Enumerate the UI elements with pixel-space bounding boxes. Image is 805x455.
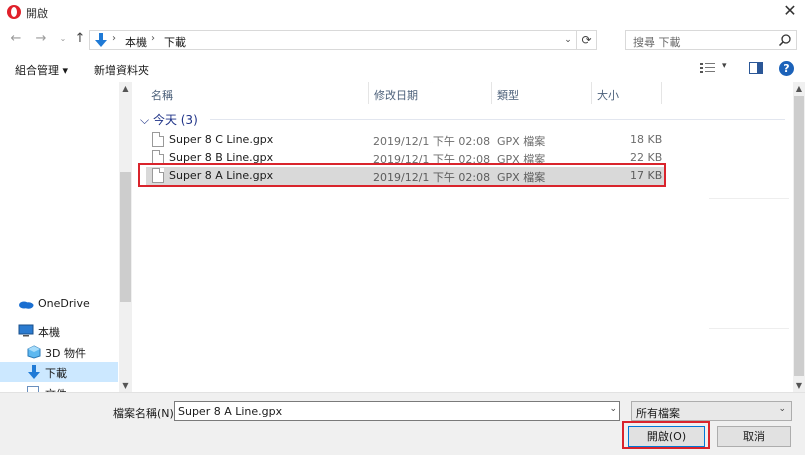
column-divider[interactable]	[368, 82, 369, 104]
refresh-button[interactable]: ⟳	[576, 31, 596, 49]
group-label: 今天 (3)	[152, 113, 198, 127]
view-options-dropdown[interactable]: ▾	[722, 61, 727, 71]
download-icon	[28, 365, 40, 379]
file-size: 18 KB	[630, 133, 663, 146]
organize-button[interactable]: 組合管理 ▾	[15, 62, 68, 78]
filename-field[interactable]: Super 8 A Line.gpx ⌄	[174, 401, 620, 421]
scroll-down-arrow-icon[interactable]: ▼	[793, 381, 805, 390]
breadcrumb-downloads[interactable]: 下載	[164, 34, 186, 50]
file-row[interactable]: Super 8 C Line.gpx 2019/12/1 下午 02:08 GP…	[146, 131, 666, 149]
column-header-name[interactable]: 名稱	[151, 87, 173, 103]
list-divider	[709, 328, 789, 329]
sort-indicator-icon: ⌃	[428, 82, 435, 88]
file-list: 名稱 ⌃ 修改日期 類型 大小 ⌵ 今天 (3) Super 8 C Line.…	[134, 82, 793, 392]
file-type-value: 所有檔案	[636, 407, 680, 420]
forward-button[interactable]: →	[33, 30, 49, 48]
command-toolbar: 組合管理 ▾ 新增資料夾 ▾ ?	[0, 56, 805, 82]
sidebar-item-label: 3D 物件	[45, 347, 86, 360]
preview-pane-icon[interactable]	[749, 62, 763, 74]
scrollbar-thumb[interactable]	[120, 172, 131, 302]
scroll-up-arrow-icon[interactable]: ▲	[119, 84, 132, 93]
column-header-modified[interactable]: 修改日期	[374, 87, 418, 103]
up-folder-button[interactable]: ↑	[72, 30, 88, 48]
scroll-down-arrow-icon[interactable]: ▼	[119, 381, 132, 390]
group-divider	[210, 119, 785, 120]
sidebar-item-downloads[interactable]: 下載	[0, 362, 118, 382]
address-history-dropdown[interactable]: ⌄	[561, 32, 575, 48]
close-button[interactable]: ✕	[775, 0, 805, 24]
back-button[interactable]: ←	[8, 30, 24, 48]
sidebar-item-label: 下載	[45, 367, 67, 380]
chevron-down-icon: ⌵	[140, 113, 150, 127]
open-button-highlight-box	[622, 421, 710, 449]
list-divider	[709, 198, 789, 199]
file-list-scrollbar[interactable]: ▲ ▼	[793, 82, 805, 392]
scroll-up-arrow-icon[interactable]: ▲	[793, 84, 805, 93]
filename-label: 檔案名稱(N):	[113, 407, 178, 420]
file-type-select[interactable]: 所有檔案 ⌄	[631, 401, 792, 421]
column-divider[interactable]	[661, 82, 662, 104]
column-header-size[interactable]: 大小	[597, 87, 619, 103]
navigation-row: ← → ⌄ ↑ › 本機 › 下載 ⌄ ⟳ 搜尋 下載	[0, 28, 805, 52]
onedrive-icon	[19, 301, 34, 309]
help-icon[interactable]: ?	[779, 61, 794, 76]
pc-icon	[18, 324, 34, 337]
sidebar-item-label: 本機	[38, 326, 60, 339]
chevron-down-icon[interactable]: ⌄	[778, 404, 786, 414]
selection-highlight-box	[138, 163, 666, 187]
cancel-button[interactable]: 取消	[717, 426, 791, 447]
opera-logo-icon	[7, 5, 21, 19]
sidebar-item-onedrive[interactable]: OneDrive	[0, 294, 118, 314]
new-folder-button[interactable]: 新增資料夾	[94, 62, 149, 78]
recent-locations-button[interactable]: ⌄	[55, 30, 71, 48]
download-folder-icon	[95, 33, 107, 47]
sidebar-item-this-pc[interactable]: 本機	[0, 321, 118, 341]
column-header-type[interactable]: 類型	[497, 87, 519, 103]
search-box[interactable]: 搜尋 下載	[625, 30, 797, 50]
search-input[interactable]: 搜尋 下載	[633, 34, 681, 50]
column-divider[interactable]	[491, 82, 492, 104]
title-bar: 開啟 ✕	[0, 0, 805, 26]
sidebar-item-label: OneDrive	[38, 297, 90, 310]
breadcrumb-this-pc[interactable]: 本機	[125, 34, 147, 50]
file-icon	[152, 132, 164, 147]
breadcrumb-separator: ›	[112, 33, 116, 44]
navigation-scrollbar[interactable]: ▲ ▼	[119, 82, 132, 392]
view-options-icon[interactable]	[700, 62, 716, 75]
address-bar[interactable]: › 本機 › 下載 ⌄ ⟳	[89, 30, 597, 50]
scrollbar-thumb[interactable]	[794, 96, 804, 376]
3d-objects-icon	[27, 345, 41, 359]
group-header-today[interactable]: ⌵ 今天 (3)	[140, 111, 198, 128]
column-divider[interactable]	[591, 82, 592, 104]
sidebar-item-documents[interactable]: 文件	[0, 383, 118, 392]
file-modified: 2019/12/1 下午 02:08	[373, 135, 491, 148]
search-icon[interactable]	[778, 33, 792, 47]
filename-value[interactable]: Super 8 A Line.gpx	[178, 405, 282, 418]
column-headers: 名稱 ⌃ 修改日期 類型 大小	[134, 82, 793, 104]
chevron-down-icon[interactable]: ⌄	[609, 404, 617, 414]
breadcrumb-separator: ›	[151, 33, 155, 44]
sidebar-item-3d-objects[interactable]: 3D 物件	[0, 342, 118, 362]
file-type: GPX 檔案	[497, 135, 546, 148]
file-name: Super 8 C Line.gpx	[169, 133, 274, 146]
window-title: 開啟	[26, 7, 48, 20]
navigation-pane: OneDrive 本機 3D 物件 下載 文件 ▲ ▼	[0, 82, 133, 392]
